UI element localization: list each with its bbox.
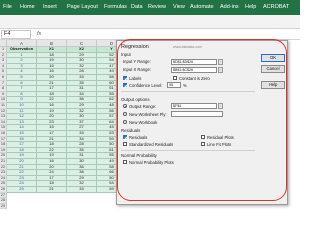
fx-icon[interactable]: fx xyxy=(37,30,41,39)
row-header[interactable]: 29 xyxy=(0,203,7,210)
input-x-range-field[interactable]: $B$1:$C$26 xyxy=(171,66,217,73)
percent-label: % xyxy=(183,82,187,88)
help-button[interactable]: Help xyxy=(261,81,285,89)
confidence-label: Confidence Level: xyxy=(129,82,163,88)
column-header[interactable]: C xyxy=(67,40,97,47)
watermark: www.bsbdata.com xyxy=(173,45,203,49)
cancel-button[interactable]: Cancel xyxy=(261,65,285,73)
labels-checkbox[interactable] xyxy=(123,76,127,80)
confidence-checkbox[interactable] xyxy=(123,83,127,87)
tab-add-ins[interactable]: Add-ins xyxy=(220,3,239,11)
ribbon-tab-bar: File Home Insert Page Layout Formulas Da… xyxy=(0,0,300,15)
tab-home[interactable]: Home xyxy=(20,3,35,11)
input-y-label: Input Y Range: xyxy=(123,59,151,64)
output-range-field[interactable]: $F$4 xyxy=(171,103,217,109)
column-header[interactable]: A xyxy=(7,40,37,47)
residuals-label: Residuals xyxy=(129,134,148,140)
line-fit-plots-label: Line Fit Plots xyxy=(207,141,232,147)
new-worksheet-radio[interactable] xyxy=(123,112,127,116)
select-all-corner[interactable] xyxy=(0,40,7,47)
line-fit-plots-checkbox[interactable] xyxy=(201,142,205,146)
residuals-checkbox[interactable] xyxy=(123,135,127,139)
ribbon-body xyxy=(0,15,300,29)
name-box[interactable]: F4 xyxy=(1,30,31,39)
table-cell[interactable]: 21 xyxy=(37,187,67,193)
constant-zero-checkbox[interactable] xyxy=(173,76,177,80)
output-range-radio[interactable] xyxy=(123,104,127,108)
collapse-dialog-icon[interactable]: ↑ xyxy=(218,103,223,109)
residual-plots-label: Residual Plots xyxy=(207,134,234,140)
new-worksheet-field[interactable] xyxy=(171,111,223,117)
labels-label: Labels xyxy=(129,75,142,81)
collapse-dialog-icon[interactable]: ↑ xyxy=(218,58,223,65)
ok-button[interactable]: OK xyxy=(261,54,285,62)
tab-page-layout[interactable]: Page Layout xyxy=(67,3,98,11)
formula-bar: F4 fx xyxy=(0,29,300,40)
output-section-label: Output options xyxy=(121,97,150,102)
tab-data[interactable]: Data xyxy=(131,3,143,11)
regression-dialog: Regression www.bsbdata.com Input Input Y… xyxy=(116,39,288,205)
residuals-section-label: Residuals xyxy=(121,128,141,133)
tab-help[interactable]: Help xyxy=(245,3,256,11)
output-range-label: Output Range: xyxy=(129,103,157,109)
new-workbook-label: New Workbook xyxy=(129,119,158,125)
new-worksheet-label: New Worksheet Ply: xyxy=(129,111,167,117)
tab-automate[interactable]: Automate xyxy=(190,3,214,11)
tab-acrobat[interactable]: ACROBAT xyxy=(263,3,289,11)
input-x-label: Input X Range: xyxy=(123,67,151,72)
tab-insert[interactable]: Insert xyxy=(43,3,57,11)
divider xyxy=(121,150,255,151)
residual-plots-checkbox[interactable] xyxy=(201,135,205,139)
input-section-label: Input xyxy=(121,52,131,57)
tab-file[interactable]: File xyxy=(3,3,12,11)
normal-probability-plots-label: Normal Probability Plots xyxy=(129,159,174,165)
new-workbook-radio[interactable] xyxy=(123,120,127,124)
column-header[interactable]: B xyxy=(37,40,67,47)
standardized-residuals-label: Standardized Residuals xyxy=(129,141,174,147)
normal-probability-plots-checkbox[interactable] xyxy=(123,160,127,164)
confidence-level-field[interactable]: 95 xyxy=(167,82,181,88)
tab-view[interactable]: View xyxy=(173,3,185,11)
table-cell[interactable]: 25 xyxy=(7,187,37,193)
constant-zero-label: Constant is Zero xyxy=(179,75,210,81)
tab-review[interactable]: Review xyxy=(148,3,166,11)
divider xyxy=(121,91,255,92)
input-y-range-field[interactable]: $D$1:$D$26 xyxy=(171,58,217,65)
standardized-residuals-checkbox[interactable] xyxy=(123,142,127,146)
tab-formulas[interactable]: Formulas xyxy=(104,3,127,11)
table-cell[interactable]: 33 xyxy=(67,187,97,193)
collapse-dialog-icon[interactable]: ↑ xyxy=(218,66,223,73)
dialog-title: Regression xyxy=(121,44,149,50)
normal-probability-section-label: Normal Probability xyxy=(121,153,157,158)
